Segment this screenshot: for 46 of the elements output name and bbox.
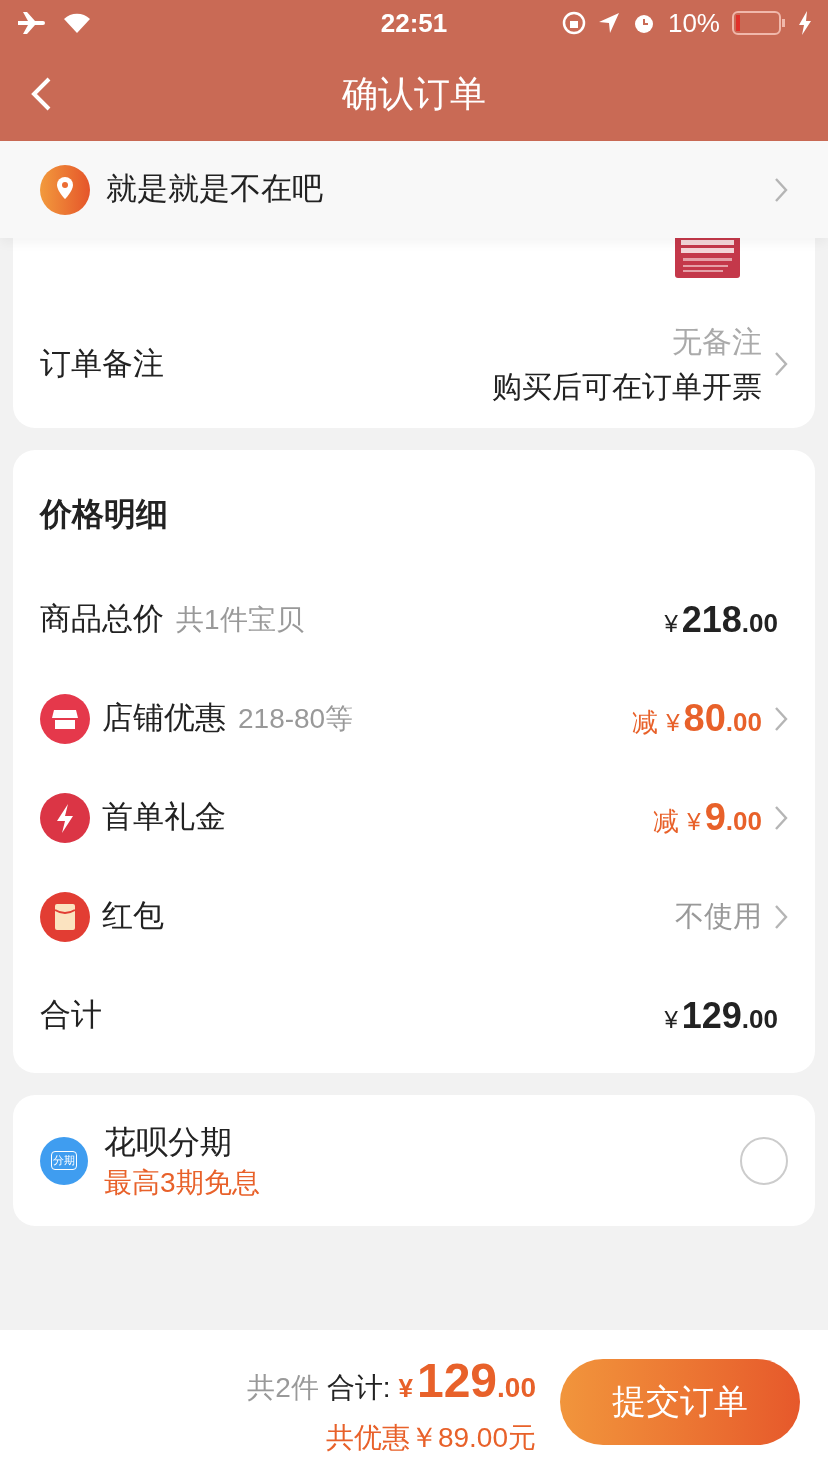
total-savings: 共优惠￥89.00元 (325, 1420, 536, 1455)
remark-label: 订单备注 (40, 344, 165, 383)
location-pin-icon (40, 164, 90, 215)
wifi-icon (62, 11, 92, 35)
shop-icon (40, 693, 90, 744)
total-amount: ¥129.00 (398, 1352, 536, 1409)
row-label: 红包 (102, 897, 164, 936)
invoice-note: 购买后可在订单开票 (492, 369, 762, 405)
row-label: 首单礼金 (102, 798, 226, 837)
battery-percent: 10% (667, 6, 720, 40)
chevron-right-icon (774, 176, 788, 203)
price-amount: 减 ¥9.00 (653, 794, 762, 840)
chevron-right-icon (774, 351, 788, 377)
installment-icon: 分期 (40, 1136, 88, 1185)
lightning-icon (40, 792, 90, 843)
address-text: 就是就是不在吧 (106, 170, 324, 209)
total-label: 合计: (326, 1370, 391, 1405)
radio-button[interactable] (740, 1136, 788, 1185)
chevron-right-icon (774, 705, 788, 732)
row-label: 合计 (40, 996, 102, 1035)
order-remark-row[interactable]: 订单备注 无备注 购买后可在订单开票 (13, 300, 815, 428)
row-label: 店铺优惠 (102, 699, 226, 738)
location-arrow-icon (597, 12, 620, 34)
chevron-right-icon (774, 804, 788, 831)
status-time: 22:51 (380, 6, 448, 40)
rotation-lock-icon (561, 11, 586, 35)
page-title: 确认订单 (342, 71, 486, 116)
price-amount: ¥129.00 (664, 993, 778, 1038)
price-amount: ¥218.00 (664, 597, 778, 642)
row-value: 不使用 (675, 898, 762, 934)
price-detail-title: 价格明细 (40, 495, 169, 534)
price-amount: 减 ¥80.00 (632, 695, 762, 741)
airplane-icon (16, 10, 46, 36)
address-bar[interactable]: 就是就是不在吧 (0, 141, 828, 238)
remark-value: 无备注 (672, 324, 762, 360)
chevron-right-icon (774, 903, 788, 930)
row-note: 共1件宝贝 (176, 602, 304, 637)
charging-icon (798, 11, 812, 35)
installment-offer: 最高3期免息 (104, 1165, 261, 1200)
row-label: 商品总价 (40, 600, 164, 639)
installment-title: 花呗分期 (104, 1122, 233, 1162)
battery-icon (732, 11, 786, 35)
row-note: 218-80等 (238, 701, 354, 736)
installment-card[interactable]: 分期 花呗分期 最高3期免息 (13, 1095, 815, 1226)
item-count: 共2件 (247, 1370, 319, 1405)
envelope-icon (40, 891, 90, 942)
